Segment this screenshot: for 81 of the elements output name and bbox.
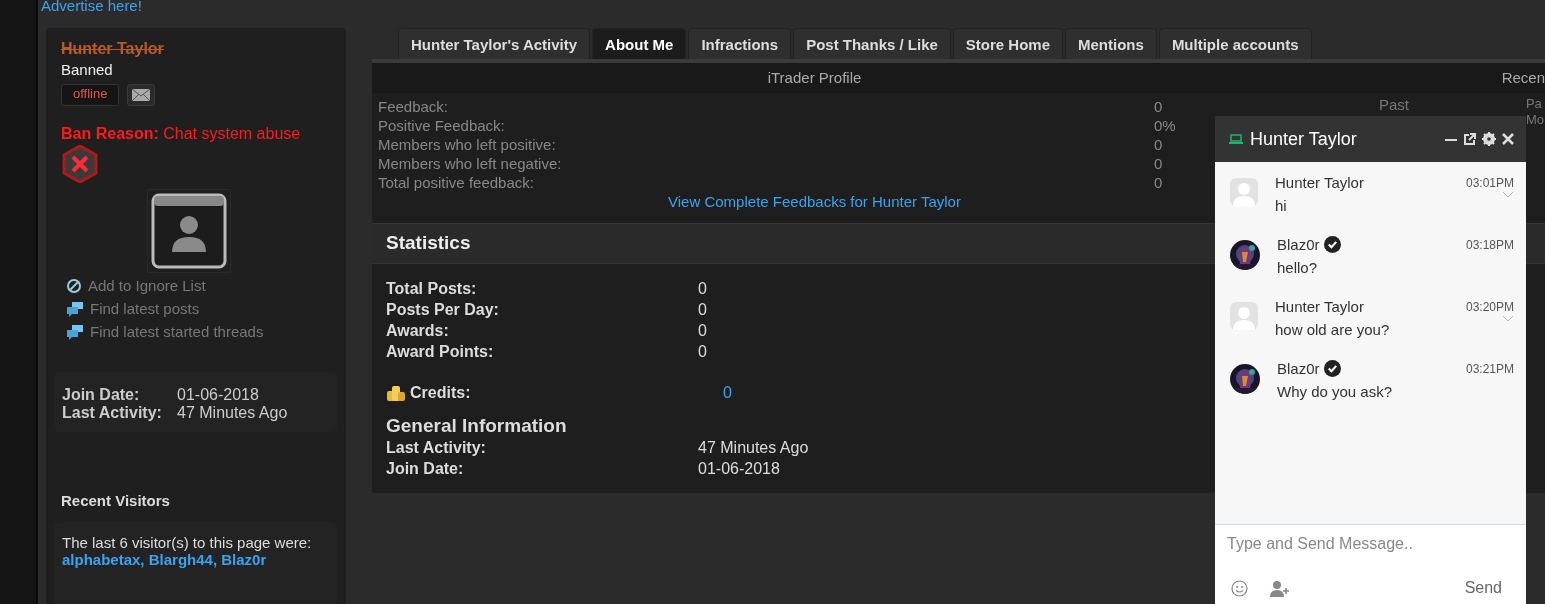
avatar-placeholder-icon <box>1230 178 1258 206</box>
coins-icon <box>386 383 406 402</box>
stat-label: Credits: <box>410 383 471 403</box>
message-time: 03:18PM <box>1465 237 1514 252</box>
smiley-icon[interactable] <box>1231 579 1248 597</box>
settings-icon[interactable] <box>1482 132 1496 146</box>
mail-icon[interactable] <box>127 84 156 106</box>
profile-tab[interactable]: Multiple accounts <box>1158 28 1312 59</box>
message-text: Why do you ask? <box>1277 383 1393 400</box>
feedback-label: Feedback: <box>378 97 450 116</box>
stat-value: 01-06-2018 <box>698 459 780 479</box>
popout-icon[interactable] <box>1463 132 1476 146</box>
block-icon <box>66 277 82 294</box>
status-badge: offline <box>61 84 120 106</box>
message-time: 03:20PM <box>1465 299 1514 314</box>
message-sender: Hunter Taylor <box>1275 174 1364 191</box>
message-time: 03:01PM <box>1465 175 1514 190</box>
profile-tab[interactable]: Store Home <box>952 28 1064 59</box>
stat-label: Awards: <box>386 321 450 341</box>
stat-value: 0 <box>698 300 707 320</box>
section-title: Recent Visitors <box>61 492 170 509</box>
feedback-value: 0 <box>1154 173 1163 192</box>
stat-label: Award Points: <box>386 342 495 362</box>
add-user-icon[interactable] <box>1270 579 1290 597</box>
message-text: how old are you? <box>1275 321 1390 338</box>
ban-reason: Ban Reason: Chat system abuse <box>61 125 301 143</box>
message-input[interactable]: Type and Send Message.. <box>1227 533 1514 555</box>
stat-label: Last Activity: <box>386 438 487 458</box>
chat-bubbles-icon <box>66 323 84 340</box>
info-label: Last Activity: <box>62 404 163 422</box>
credits-link[interactable]: 0 <box>723 382 732 403</box>
feedback-value: 0 <box>1154 97 1163 116</box>
profile-action-link[interactable]: Find latest started threads <box>66 323 264 340</box>
avatar-placeholder-icon <box>1230 302 1258 330</box>
user-title: Banned <box>61 61 113 78</box>
profile-tab[interactable]: Infractions <box>688 28 792 59</box>
feedback-value: 0 <box>1154 154 1163 173</box>
feedback-value: 0 <box>1154 135 1163 154</box>
profile-tab[interactable]: About Me <box>592 28 687 59</box>
profile-action-link[interactable]: Find latest posts <box>66 300 264 317</box>
message-text: hi <box>1275 197 1287 214</box>
profile-tab[interactable]: Mentions <box>1065 28 1157 59</box>
panel-heading: iTrader Profile <box>372 63 1257 93</box>
chat-bubbles-icon <box>66 300 84 317</box>
info-value: 01-06-2018 <box>177 386 259 404</box>
stat-value: 0 <box>698 342 707 362</box>
info-label: Join Date: <box>62 386 141 404</box>
stat-label: Posts Per Day: <box>386 300 500 320</box>
advertise-link[interactable]: Advertise here! <box>41 0 351 15</box>
stat-label: Join Date: <box>386 459 465 479</box>
banned-x-icon <box>61 145 99 183</box>
stat-label: Total Posts: <box>386 279 478 299</box>
profile-action-link[interactable]: Add to Ignore List <box>66 277 264 294</box>
panel-heading: Recen <box>1501 69 1545 86</box>
feedback-value: 0% <box>1154 116 1176 135</box>
message-sender: Hunter Taylor <box>1275 298 1364 315</box>
message-sender: Blaz0r <box>1277 236 1320 253</box>
visitor-names: alphabetax, Blargh44, Blaz0r <box>62 551 268 569</box>
chat-title: Hunter Taylor <box>1250 128 1357 150</box>
stat-value: 47 Minutes Ago <box>698 438 809 458</box>
message-sender: Blaz0r <box>1277 360 1320 377</box>
profile-tab[interactable]: Post Thanks / Like <box>793 28 951 59</box>
stat-value: 0 <box>698 279 707 299</box>
profile-tab[interactable]: Hunter Taylor's Activity <box>398 28 591 59</box>
stat-value: 0 <box>698 321 707 341</box>
message-time: 03:21PM <box>1465 361 1514 376</box>
feedback-label: Members who left negative: <box>378 154 563 173</box>
column-heading: Past <box>1379 96 1409 115</box>
send-button[interactable]: Send <box>1464 579 1514 597</box>
feedbacks-link[interactable]: View Complete Feedbacks for Hunter Taylor <box>668 193 961 210</box>
feedback-label: Total positive feedback: <box>378 173 535 192</box>
close-icon[interactable] <box>1502 133 1514 145</box>
avatar-placeholder-icon <box>146 189 231 273</box>
section-title: General Information <box>386 415 568 437</box>
username: Hunter Taylor <box>61 40 164 58</box>
feedback-label: Positive Feedback: <box>378 116 506 135</box>
visitors-text: The last 6 visitor(s) to this page were: <box>62 534 313 551</box>
column-subheading: Mo <box>1525 112 1544 128</box>
feedback-label: Members who left positive: <box>378 135 557 154</box>
info-value: 47 Minutes Ago <box>177 404 288 422</box>
column-heading: Pa <box>1525 96 1543 112</box>
